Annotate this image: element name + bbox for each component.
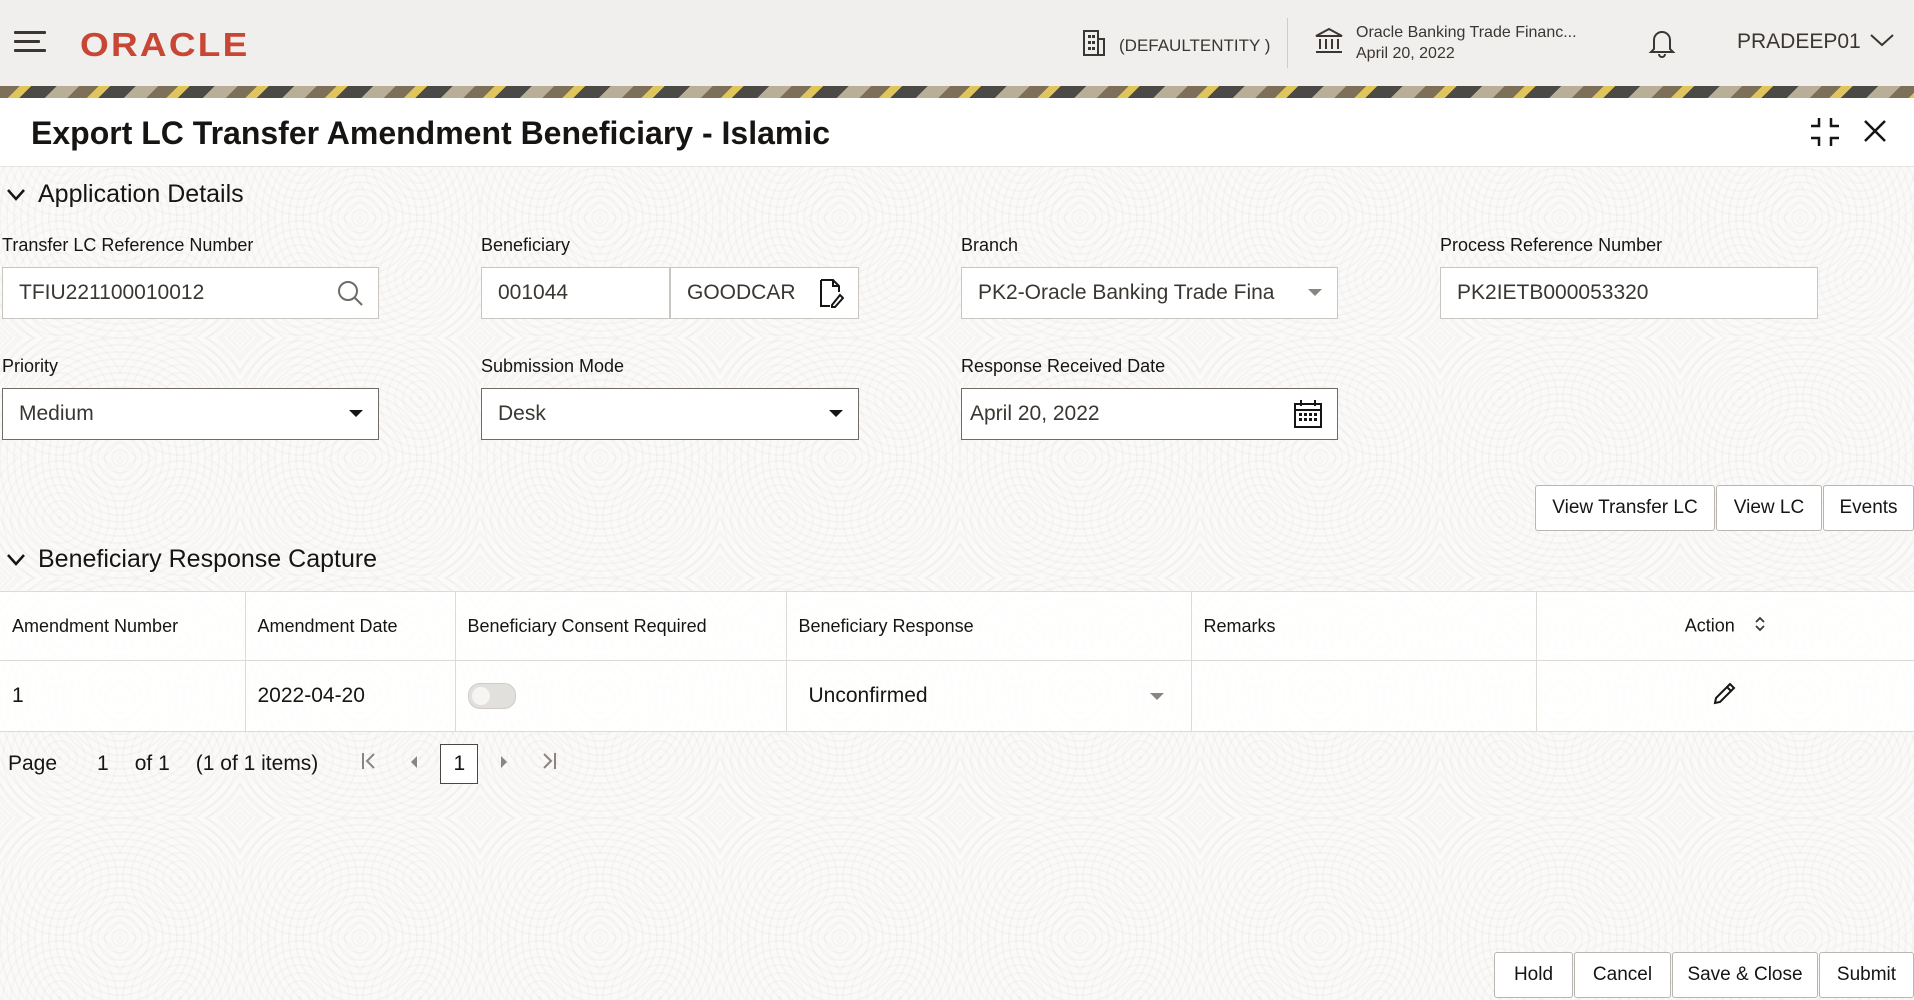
hold-button[interactable]: Hold: [1494, 952, 1573, 998]
chevron-down-icon: [1869, 30, 1895, 54]
sort-icon[interactable]: [1754, 617, 1766, 637]
bank-date: April 20, 2022: [1356, 43, 1577, 64]
view-transfer-lc-button[interactable]: View Transfer LC: [1535, 485, 1715, 531]
app-header: ORACLE (DEFAULTENTITY ) Oracle Banking T…: [0, 0, 1914, 87]
submission-mode-select[interactable]: Desk: [481, 388, 859, 440]
transaction-panel: Export LC Transfer Amendment Beneficiary…: [0, 98, 1914, 1000]
col-remarks: Remarks: [1191, 592, 1536, 661]
next-page-icon[interactable]: [498, 753, 510, 776]
transfer-lc-ref-label: Transfer LC Reference Number: [2, 235, 253, 256]
chevron-down-icon: [6, 545, 26, 574]
response-date-label: Response Received Date: [961, 356, 1165, 377]
dropdown-caret-icon: [1307, 288, 1323, 298]
entity-label: (DEFAULTENTITY ): [1119, 36, 1270, 56]
decorative-banner: [0, 86, 1914, 98]
previous-page-icon[interactable]: [408, 753, 420, 776]
pencil-edit-icon[interactable]: [1711, 689, 1739, 712]
page-of: of 1: [135, 752, 170, 776]
dropdown-caret-icon: [348, 409, 364, 419]
table-row: 1 2022-04-20 Unconfirmed: [0, 661, 1914, 732]
pagination: Page 1 of 1 (1 of 1 items) 1: [0, 742, 558, 786]
save-close-button[interactable]: Save & Close: [1672, 952, 1818, 998]
search-icon[interactable]: [336, 279, 364, 307]
dropdown-caret-icon: [1149, 684, 1165, 708]
events-button[interactable]: Events: [1823, 485, 1914, 531]
notification-bell-icon[interactable]: [1648, 27, 1676, 64]
submission-mode-value: Desk: [498, 402, 546, 426]
bank-selector[interactable]: Oracle Banking Trade Financ... April 20,…: [1314, 22, 1577, 64]
beneficiary-id-field[interactable]: 001044: [481, 267, 670, 319]
col-amendment-number: Amendment Number: [0, 592, 245, 661]
page-title: Export LC Transfer Amendment Beneficiary…: [31, 115, 830, 152]
cell-remarks[interactable]: [1191, 661, 1536, 732]
beneficiary-name-value: GOODCARE: [687, 281, 797, 305]
col-amendment-date: Amendment Date: [245, 592, 455, 661]
cell-consent-required: [455, 661, 786, 732]
cell-action: [1536, 661, 1914, 732]
transfer-lc-ref-value: TFIU221100010012: [19, 281, 204, 305]
cell-beneficiary-response[interactable]: Unconfirmed: [786, 661, 1191, 732]
cancel-button[interactable]: Cancel: [1574, 952, 1671, 998]
view-lc-button[interactable]: View LC: [1716, 485, 1822, 531]
building-icon: [1081, 29, 1107, 62]
branch-label: Branch: [961, 235, 1018, 256]
process-ref-label: Process Reference Number: [1440, 235, 1662, 256]
entity-selector[interactable]: (DEFAULTENTITY ): [1081, 29, 1270, 62]
beneficiary-id-value: 001044: [498, 281, 568, 305]
dropdown-caret-icon: [828, 409, 844, 419]
priority-value: Medium: [19, 402, 94, 426]
amendment-table: Amendment Number Amendment Date Benefici…: [0, 591, 1914, 732]
user-menu[interactable]: PRADEEP01: [1737, 30, 1895, 54]
edit-document-icon[interactable]: [818, 278, 844, 308]
bank-name: Oracle Banking Trade Financ...: [1356, 22, 1577, 43]
col-action-label: Action: [1685, 615, 1735, 635]
last-page-icon[interactable]: [540, 751, 558, 777]
process-ref-field[interactable]: PK2IETB000053320: [1440, 267, 1818, 319]
panel-header: Export LC Transfer Amendment Beneficiary…: [0, 98, 1914, 167]
chevron-down-icon: [6, 180, 26, 209]
submission-mode-label: Submission Mode: [481, 356, 624, 377]
col-consent-required: Beneficiary Consent Required: [455, 592, 786, 661]
process-ref-value: PK2IETB000053320: [1457, 281, 1648, 305]
response-date-value: April 20, 2022: [970, 402, 1100, 426]
table-header-row: Amendment Number Amendment Date Benefici…: [0, 592, 1914, 661]
beneficiary-response-value: Unconfirmed: [809, 684, 928, 708]
menu-icon[interactable]: [14, 31, 46, 55]
page-label: Page: [8, 752, 57, 776]
section-title: Beneficiary Response Capture: [38, 545, 377, 574]
cell-amendment-number: 1: [0, 661, 245, 732]
transfer-lc-ref-field[interactable]: TFIU221100010012: [2, 267, 379, 319]
minimize-icon[interactable]: [1808, 115, 1842, 154]
page-items: (1 of 1 items): [196, 752, 319, 776]
page-input[interactable]: 1: [97, 752, 109, 776]
response-date-field[interactable]: April 20, 2022: [961, 388, 1338, 440]
branch-select[interactable]: PK2-Oracle Banking Trade Fina: [961, 267, 1338, 319]
beneficiary-name-field[interactable]: GOODCARE: [670, 267, 859, 319]
branch-value: PK2-Oracle Banking Trade Fina: [978, 281, 1274, 305]
bank-icon: [1314, 27, 1344, 60]
close-icon[interactable]: [1862, 118, 1888, 149]
user-name: PRADEEP01: [1737, 30, 1861, 54]
oracle-logo: ORACLE: [80, 26, 250, 64]
priority-select[interactable]: Medium: [2, 388, 379, 440]
submit-button[interactable]: Submit: [1819, 952, 1914, 998]
beneficiary-response-header[interactable]: Beneficiary Response Capture: [6, 545, 377, 574]
beneficiary-label: Beneficiary: [481, 235, 570, 256]
current-page-button[interactable]: 1: [440, 744, 478, 784]
col-beneficiary-response: Beneficiary Response: [786, 592, 1191, 661]
col-action[interactable]: Action: [1536, 592, 1914, 661]
calendar-icon[interactable]: [1293, 399, 1323, 429]
cell-amendment-date: 2022-04-20: [245, 661, 455, 732]
section-title: Application Details: [38, 180, 244, 209]
consent-toggle[interactable]: [468, 683, 516, 709]
priority-label: Priority: [2, 356, 58, 377]
first-page-icon[interactable]: [360, 751, 378, 777]
application-details-header[interactable]: Application Details: [6, 180, 244, 209]
header-divider: [1287, 18, 1288, 68]
